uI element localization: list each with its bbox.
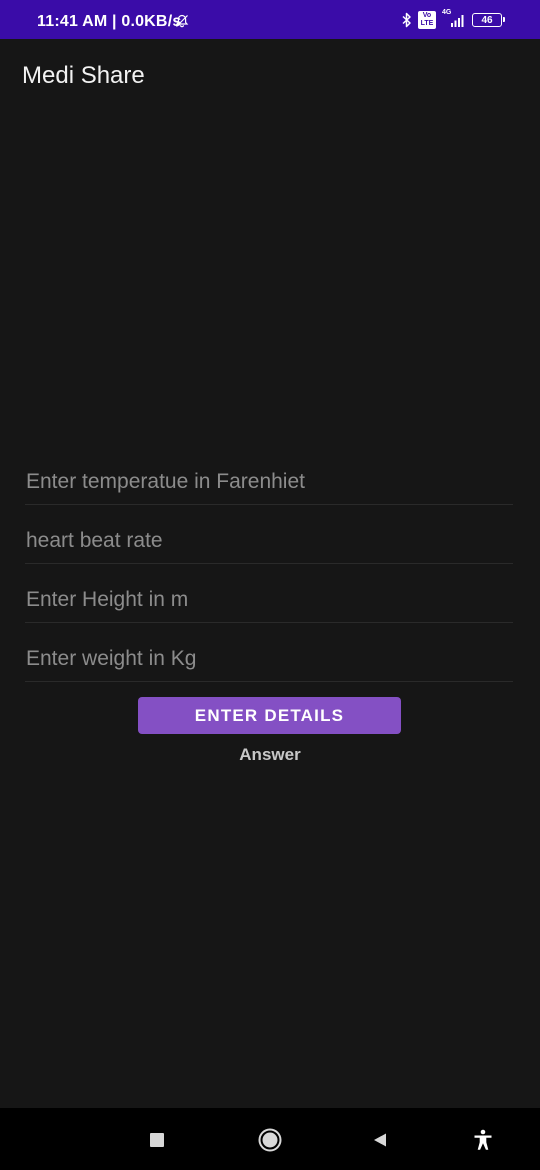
status-time: 11:41 AM | 0.0KB/s — [37, 13, 182, 30]
temperature-field-container — [25, 460, 513, 505]
back-triangle-icon[interactable] — [366, 1126, 394, 1154]
temperature-input[interactable] — [25, 460, 513, 504]
app-screen: 11:41 AM | 0.0KB/s Vo LTE 4G 46 Medi Sha… — [0, 0, 540, 1170]
enter-details-button[interactable]: ENTER DETAILS — [138, 697, 401, 734]
height-input[interactable] — [25, 578, 513, 622]
battery-level: 46 — [481, 14, 493, 26]
accessibility-icon[interactable] — [469, 1126, 497, 1154]
status-bar: 11:41 AM | 0.0KB/s Vo LTE 4G 46 — [0, 0, 540, 39]
navigation-bar — [0, 1108, 540, 1170]
weight-field-container — [25, 637, 513, 682]
home-circle-icon[interactable] — [256, 1126, 284, 1154]
volte-badge: Vo LTE — [418, 11, 436, 29]
height-field-container — [25, 578, 513, 623]
signal-4g-icon: 4G — [442, 9, 466, 28]
app-title: Medi Share — [22, 62, 145, 89]
notifications-muted-icon — [175, 14, 189, 33]
heart-rate-input[interactable] — [25, 519, 513, 563]
battery-icon: 46 — [472, 13, 505, 27]
weight-input[interactable] — [25, 637, 513, 681]
status-icons: Vo LTE 4G 46 — [402, 9, 505, 30]
heart-rate-field-container — [25, 519, 513, 564]
recents-square-icon[interactable] — [143, 1126, 171, 1154]
answer-text: Answer — [239, 745, 301, 764]
bluetooth-icon — [402, 12, 412, 28]
